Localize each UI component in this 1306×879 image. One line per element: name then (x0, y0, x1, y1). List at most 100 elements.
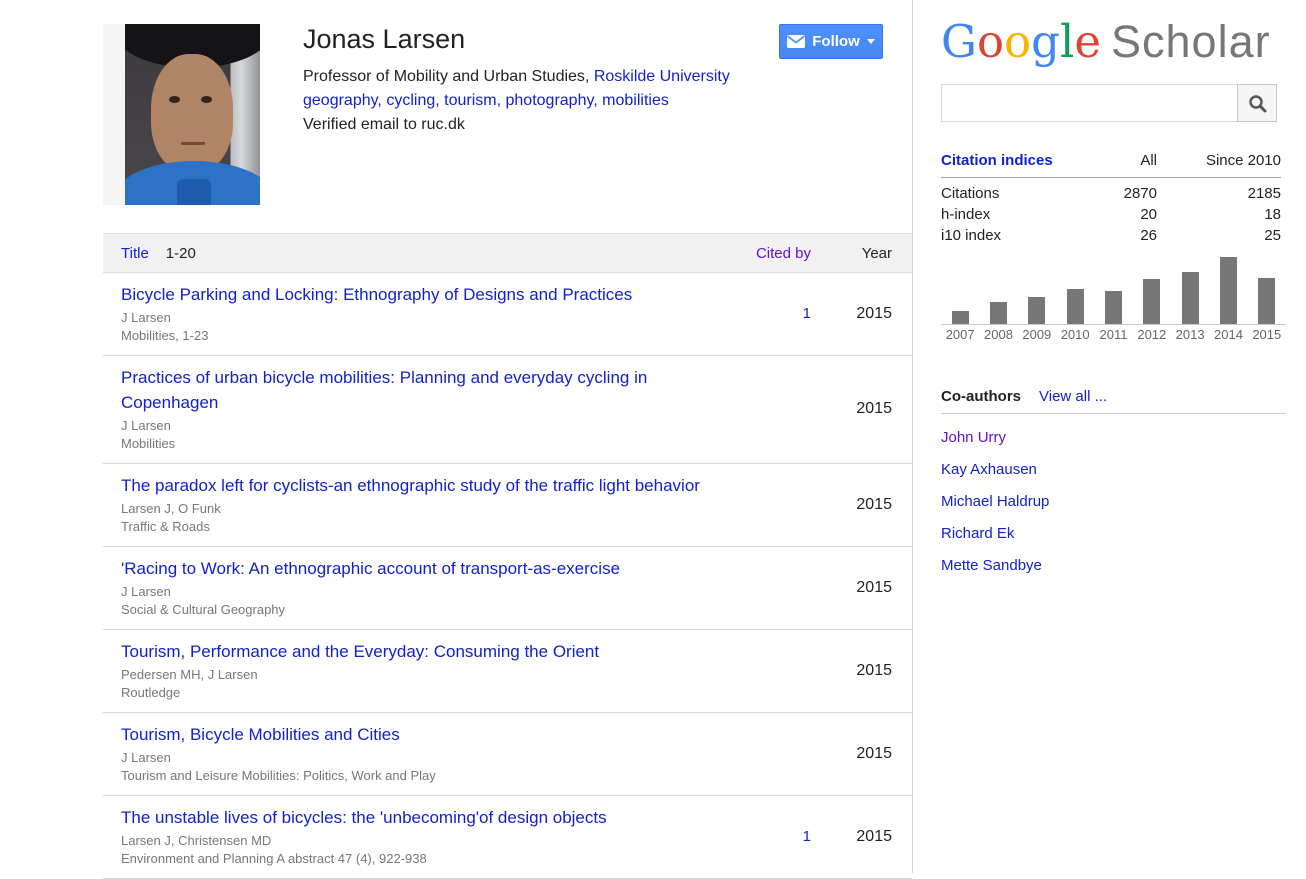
publication-title-link[interactable]: The unstable lives of bicycles: the 'unb… (121, 808, 607, 827)
col-since-label: Since 2010 (1157, 150, 1281, 171)
chart-year-label: 2011 (1094, 327, 1132, 342)
publication-authors: Larsen J, O Funk (121, 500, 741, 518)
search-input[interactable] (941, 84, 1237, 122)
search-button[interactable] (1237, 84, 1277, 122)
chart-bar-cell (1094, 291, 1132, 324)
citation-index-row: Citations28702185 (941, 183, 1281, 204)
publication-title-link[interactable]: Tourism, Bicycle Mobilities and Cities (121, 725, 400, 744)
follow-button[interactable]: Follow (779, 24, 883, 59)
chart-year-label: 2007 (941, 327, 979, 342)
chart-bar-cell (941, 311, 979, 324)
publication-venue: Tourism and Leisure Mobilities: Politics… (121, 767, 741, 785)
citation-index-label: i10 index (941, 225, 1067, 246)
publication-entry: 'Racing to Work: An ethnographic account… (121, 556, 741, 619)
publication-year: 2015 (811, 400, 912, 418)
profile-info: Jonas Larsen Professor of Mobility and U… (303, 24, 773, 137)
publication-title-link[interactable]: The paradox left for cyclists-an ethnogr… (121, 476, 700, 495)
publication-year: 2015 (811, 579, 912, 597)
google-logo-text: Google (941, 15, 1101, 68)
envelope-icon (787, 35, 805, 48)
google-scholar-logo: GoogleScholar (941, 16, 1271, 68)
publication-authors: J Larsen (121, 583, 741, 601)
follow-label: Follow (812, 33, 860, 50)
chart-bar[interactable] (1182, 272, 1199, 324)
coauthors-list: John Urry Kay Axhausen Michael Haldrup Rich… (941, 429, 1286, 574)
chart-bar[interactable] (1143, 279, 1160, 324)
cited-by-count-link[interactable]: 1 (803, 305, 811, 322)
table-row: Tourism, Performance and the Everyday: C… (103, 630, 912, 713)
chart-year-label: 2013 (1171, 327, 1209, 342)
google-logo-letter: o (977, 15, 1004, 68)
chart-bar[interactable] (1258, 278, 1275, 324)
publication-entry: Practices of urban bicycle mobilities: P… (121, 365, 741, 453)
chart-bars (941, 257, 1286, 325)
publication-entry: Tourism, Performance and the Everyday: C… (121, 639, 741, 702)
publication-title-link[interactable]: Tourism, Performance and the Everyday: C… (121, 642, 599, 661)
chart-year-label: 2012 (1133, 327, 1171, 342)
cited-by-count-link[interactable]: 1 (803, 828, 811, 845)
coauthor-item: Michael Haldrup (941, 493, 1286, 510)
table-row: 'Racing to Work: An ethnographic account… (103, 547, 912, 630)
coauthor-link[interactable]: Richard Ek (941, 525, 1014, 542)
chevron-down-icon (867, 39, 875, 44)
publication-venue: Mobilities, 1-23 (121, 327, 741, 345)
chart-bar[interactable] (1067, 289, 1084, 324)
chart-bar[interactable] (990, 302, 1007, 324)
publication-title-link[interactable]: 'Racing to Work: An ethnographic account… (121, 559, 620, 578)
citation-index-since-value: 2185 (1157, 183, 1281, 204)
publication-year: 2015 (811, 745, 912, 763)
coauthors-title: Co-authors (941, 388, 1021, 405)
publication-entry: Tourism, Bicycle Mobilities and CitiesJ … (121, 722, 741, 785)
photo-mouth-shape (181, 142, 205, 145)
publication-entry: The unstable lives of bicycles: the 'unb… (121, 805, 741, 868)
publication-authors: Pedersen MH, J Larsen (121, 666, 741, 684)
google-logo-letter: e (1074, 15, 1101, 68)
citation-index-all-value: 20 (1067, 204, 1157, 225)
chart-year-label: 2009 (1018, 327, 1056, 342)
chart-bar-cell (979, 302, 1017, 324)
chart-bar-cell (1133, 279, 1171, 324)
chart-bar[interactable] (1220, 257, 1237, 324)
publication-authors: Larsen J, Christensen MD (121, 832, 741, 850)
citation-index-row: i10 index2625 (941, 225, 1281, 246)
coauthor-link[interactable]: Mette Sandbye (941, 557, 1042, 574)
chart-bar[interactable] (952, 311, 969, 324)
google-logo-letter: l (1060, 15, 1074, 68)
publication-title-link[interactable]: Bicycle Parking and Locking: Ethnography… (121, 285, 632, 304)
coauthors-section: Co-authors View all ... John Urry Kay Axh… (941, 388, 1286, 574)
title-column-header[interactable]: Title (121, 245, 149, 262)
interest-link[interactable]: mobilities (602, 92, 669, 109)
publications-header: Title 1-20 Cited by Year (103, 233, 912, 273)
chart-bar-cell (1056, 289, 1094, 324)
interest-link[interactable]: photography, (506, 92, 598, 109)
coauthors-header: Co-authors View all ... (941, 388, 1286, 414)
coauthor-link[interactable]: Michael Haldrup (941, 493, 1049, 510)
chart-bar[interactable] (1105, 291, 1122, 324)
cited-by-column-header[interactable]: Cited by (741, 245, 811, 262)
profile-interests: geography, cycling, tourism, photography… (303, 89, 773, 113)
publication-venue: Environment and Planning A abstract 47 (… (121, 850, 741, 868)
citation-index-label: h-index (941, 204, 1067, 225)
profile-photo (125, 24, 260, 205)
year-column-header[interactable]: Year (811, 245, 912, 262)
publication-entry: Bicycle Parking and Locking: Ethnography… (121, 282, 741, 345)
interest-link[interactable]: geography, (303, 92, 382, 109)
coauthor-link[interactable]: John Urry (941, 429, 1006, 446)
interest-link[interactable]: tourism, (444, 92, 501, 109)
google-logo-letter: g (1031, 15, 1060, 68)
publication-venue: Traffic & Roads (121, 518, 741, 536)
chart-bar[interactable] (1028, 297, 1045, 324)
view-all-link[interactable]: View all ... (1039, 388, 1107, 405)
citation-index-all-value: 2870 (1067, 183, 1157, 204)
photo-eye-shape (169, 96, 180, 103)
publication-title-link[interactable]: Practices of urban bicycle mobilities: P… (121, 368, 647, 412)
citation-indices: Citation indices All Since 2010 Citation… (941, 150, 1281, 246)
affiliation-link[interactable]: Roskilde University (594, 68, 730, 85)
citation-indices-header: Citation indices All Since 2010 (941, 150, 1281, 178)
coauthor-link[interactable]: Kay Axhausen (941, 461, 1037, 478)
coauthor-item: John Urry (941, 429, 1286, 446)
citation-indices-link[interactable]: Citation indices (941, 150, 1067, 171)
col-all-label: All (1067, 150, 1157, 171)
table-row: Tourism, Bicycle Mobilities and CitiesJ … (103, 713, 912, 796)
interest-link[interactable]: cycling, (386, 92, 439, 109)
